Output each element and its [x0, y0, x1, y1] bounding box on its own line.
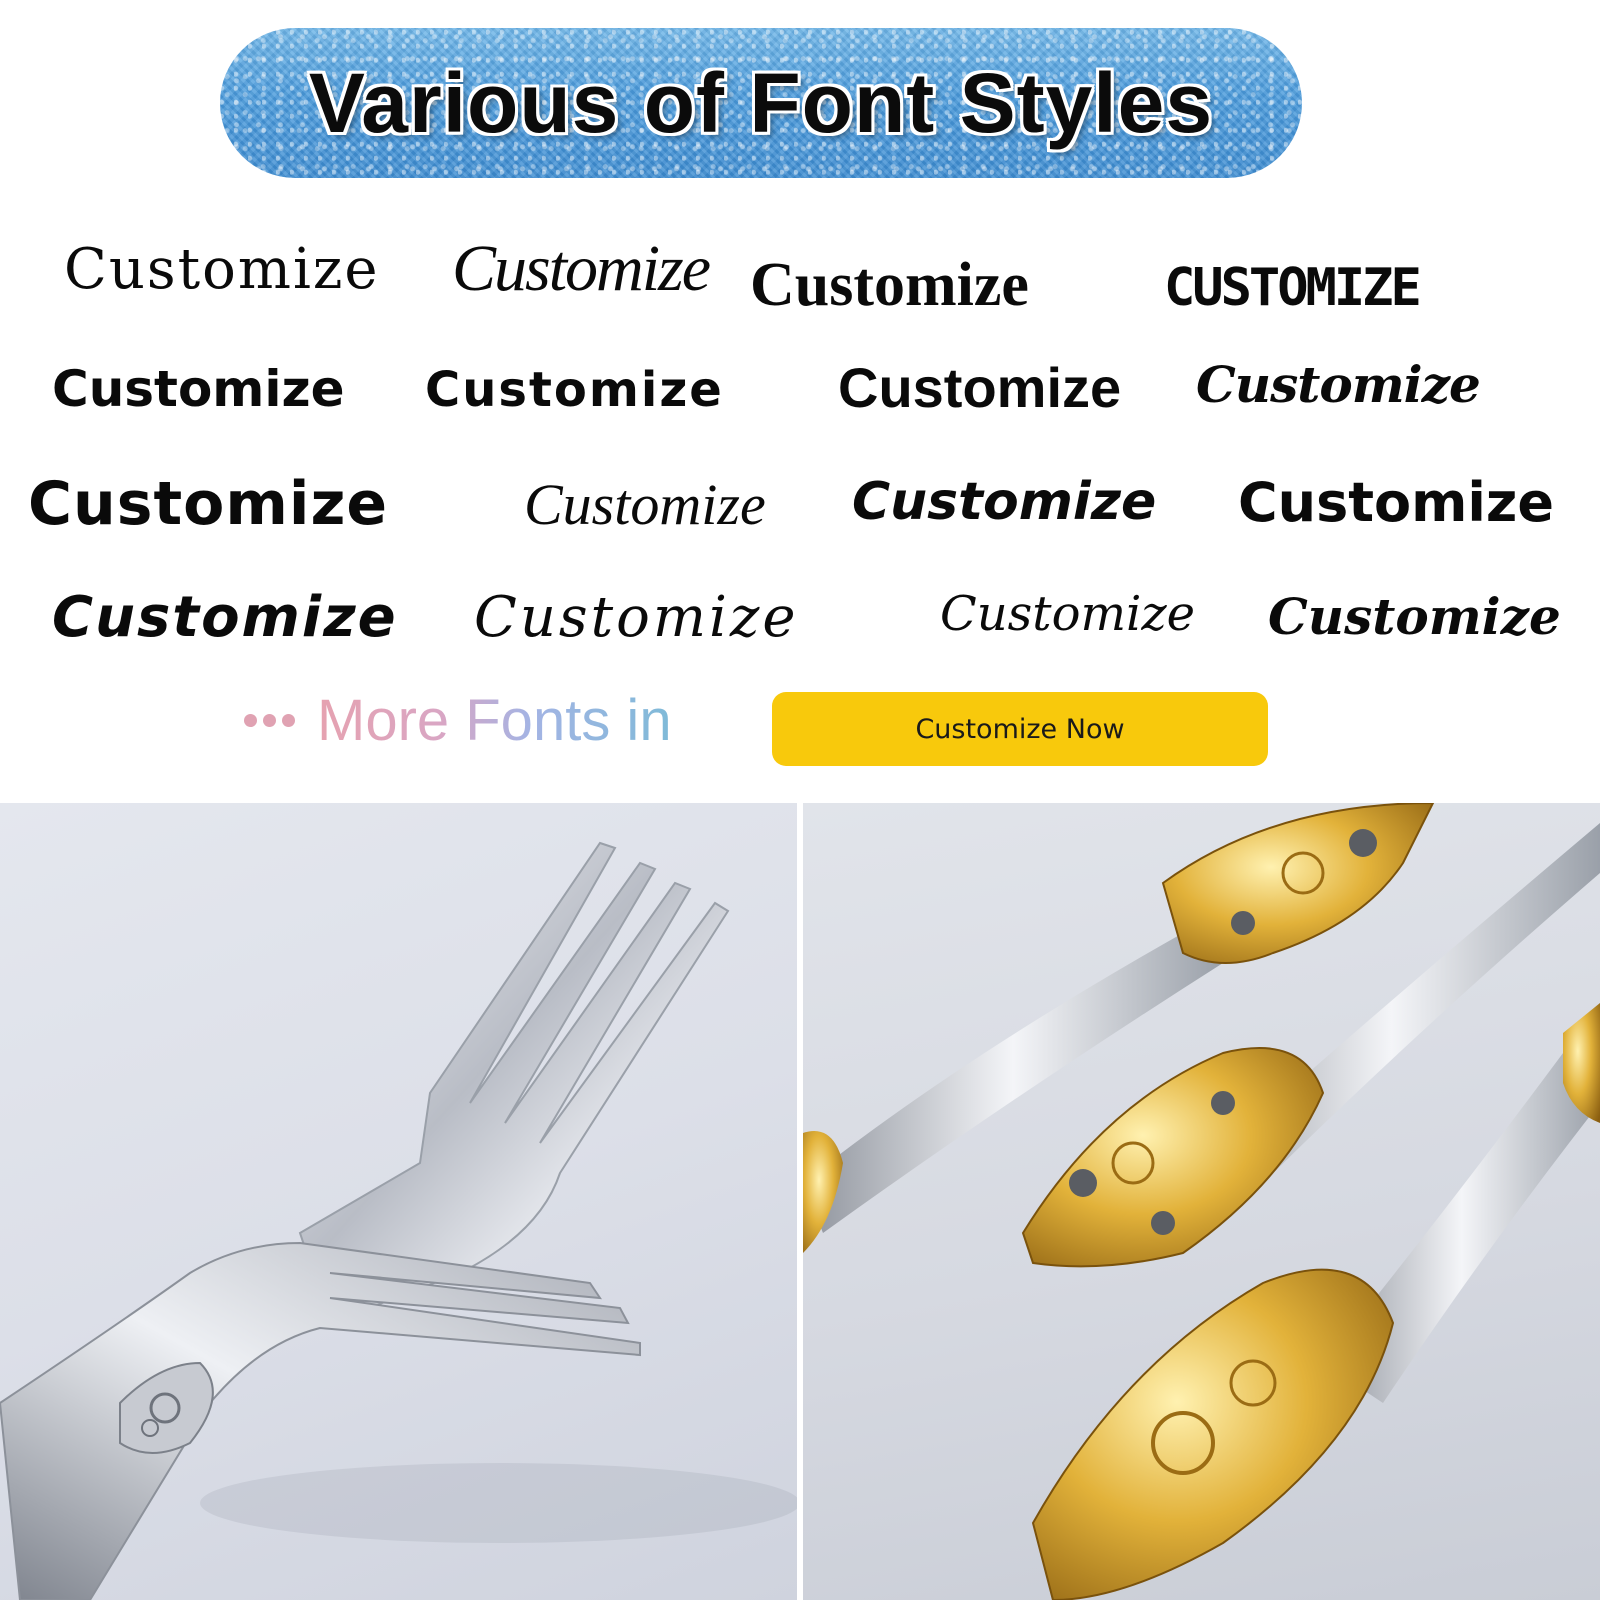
handles-illustration — [803, 803, 1600, 1600]
font-sample: Customize — [452, 232, 711, 305]
font-sample: Customize — [1196, 355, 1481, 414]
title-banner: Various of Font Styles — [220, 28, 1302, 178]
more-fonts-text: More Fonts in — [317, 687, 672, 753]
font-sample: CUSTOMIZE — [1164, 258, 1422, 318]
font-sample: Customize — [474, 585, 799, 650]
font-sample: Customize — [940, 586, 1196, 642]
font-sample: Customize — [52, 360, 345, 418]
fork-illustration — [0, 841, 797, 1600]
font-sample: Customize — [838, 356, 1122, 419]
font-sample: Customize — [750, 251, 1029, 319]
more-fonts-row: More Fonts in — [244, 680, 672, 760]
font-sample: Customize — [52, 585, 398, 650]
customize-now-button[interactable]: Customize Now — [772, 692, 1268, 766]
product-photo-fork — [0, 803, 797, 1600]
font-sample: Customize — [852, 472, 1157, 532]
font-sample: Customize — [28, 469, 389, 539]
font-sample: Customize — [1238, 471, 1554, 534]
font-sample: Customize — [1268, 587, 1561, 646]
font-sample: Customize — [425, 362, 724, 418]
ellipsis-icon — [244, 713, 295, 727]
product-photo-handles — [803, 803, 1600, 1600]
font-sample: Customize — [64, 237, 380, 302]
page-title: Various of Font Styles — [308, 55, 1214, 150]
font-sample: Customize — [524, 472, 766, 537]
